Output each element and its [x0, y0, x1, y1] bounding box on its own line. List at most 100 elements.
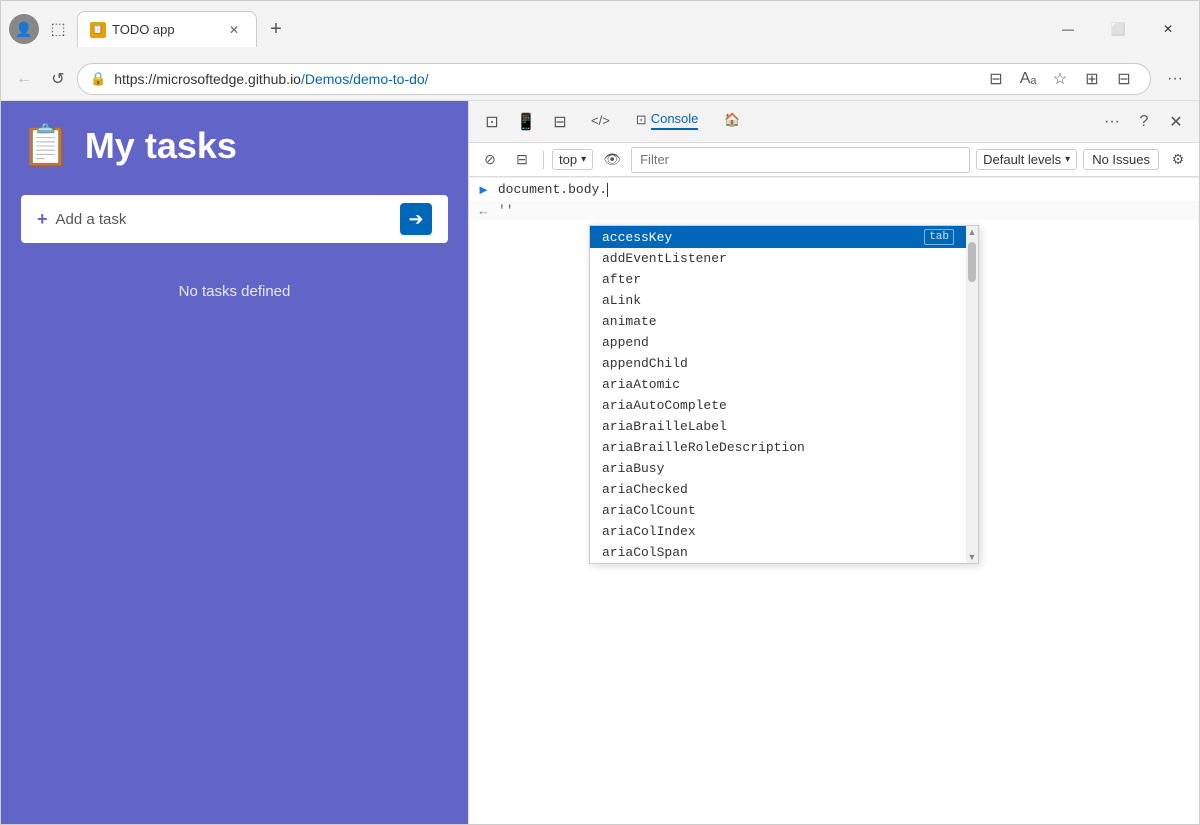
tab-sources[interactable]: 🏠	[712, 101, 752, 143]
refresh-button[interactable]: ↺	[43, 64, 73, 94]
console-toolbar: ⊘ ⊟ top ▾ 👁 Default levels ▾ No Issues ⚙	[469, 143, 1199, 177]
scroll-thumb[interactable]	[968, 242, 976, 282]
add-task-bar[interactable]: + Add a task ➔	[21, 195, 448, 243]
active-tab[interactable]: 📋 TODO app ✕	[77, 11, 257, 47]
autocomplete-item[interactable]: append	[590, 332, 966, 353]
browser-window: 👤 ⬚ 📋 TODO app ✕ + — ⬜ ✕ ← ↺ 🔒 https://m…	[0, 0, 1200, 825]
split-view-icon[interactable]: ⊟	[982, 65, 1010, 93]
no-issues-badge[interactable]: No Issues	[1083, 149, 1159, 170]
tab-console[interactable]: ⊡ Console	[624, 101, 711, 143]
todo-app-title: My tasks	[85, 125, 237, 167]
autocomplete-item-label: ariaChecked	[602, 482, 688, 497]
console-filter-icon[interactable]: ⊟	[509, 147, 535, 173]
autocomplete-item[interactable]: ariaChecked	[590, 479, 966, 500]
toolbar-divider	[543, 151, 544, 169]
add-task-placeholder: Add a task	[56, 211, 392, 228]
autocomplete-item[interactable]: ariaColCount	[590, 500, 966, 521]
autocomplete-item[interactable]: after	[590, 269, 966, 290]
console-input-line[interactable]: ► document.body.	[469, 177, 1199, 201]
toolbar-icons: ···	[1159, 63, 1191, 95]
tab-bar: 📋 TODO app ✕ +	[77, 11, 1041, 47]
context-value: top	[559, 152, 577, 167]
minimize-button[interactable]: —	[1045, 14, 1091, 44]
device-emulation-icon[interactable]: 📱	[511, 107, 541, 137]
console-settings-icon[interactable]: ⚙	[1165, 147, 1191, 173]
autocomplete-item-selected[interactable]: accessKey tab	[590, 226, 966, 248]
autocomplete-item-label: ariaColSpan	[602, 545, 688, 560]
maximize-button[interactable]: ⬜	[1095, 14, 1141, 44]
level-selector[interactable]: Default levels ▾	[976, 149, 1077, 170]
address-bar[interactable]: 🔒 https://microsoftedge.github.io/Demos/…	[77, 63, 1151, 95]
autocomplete-list: accessKey tab addEventListener after aLi…	[590, 226, 966, 563]
autocomplete-item-label: append	[602, 335, 649, 350]
autocomplete-item-label: addEventListener	[602, 251, 727, 266]
autocomplete-item-label: aLink	[602, 293, 641, 308]
autocomplete-item[interactable]: ariaBrailleRoleDescription	[590, 437, 966, 458]
autocomplete-item[interactable]: ariaAutoComplete	[590, 395, 966, 416]
filter-input[interactable]	[631, 147, 970, 173]
devtools-toolbar: ⊡ 📱 ⊟ </> ⊡ Console 🏠 ···	[469, 101, 1199, 143]
console-caret: ►	[477, 182, 490, 197]
context-dropdown-arrow: ▾	[581, 154, 586, 165]
new-tab-button[interactable]: +	[261, 14, 291, 44]
inspect-element-icon[interactable]: ⊡	[477, 107, 507, 137]
console-input-text[interactable]: document.body.	[498, 182, 607, 197]
autocomplete-item[interactable]: appendChild	[590, 353, 966, 374]
profile-icon[interactable]: 👤	[9, 14, 39, 44]
add-task-submit-button[interactable]: ➔	[400, 203, 432, 235]
autocomplete-item[interactable]: animate	[590, 311, 966, 332]
scroll-up-button[interactable]: ▲	[966, 226, 978, 238]
context-selector[interactable]: top ▾	[552, 149, 593, 170]
url-domain: https://microsoftedge.github.io	[114, 71, 301, 87]
autocomplete-item-label: ariaAutoComplete	[602, 398, 727, 413]
url-text: https://microsoftedge.github.io/Demos/de…	[114, 71, 974, 87]
autocomplete-item-label: ariaAtomic	[602, 377, 680, 392]
autocomplete-item[interactable]: aLink	[590, 290, 966, 311]
back-button[interactable]: ←	[9, 64, 39, 94]
sidebar-toggle[interactable]: ⬚	[43, 14, 73, 44]
todo-header: 📋 My tasks	[21, 125, 448, 167]
devtools-close-button[interactable]: ✕	[1161, 107, 1191, 137]
close-button[interactable]: ✕	[1145, 14, 1191, 44]
tab-elements[interactable]: </>	[579, 101, 622, 143]
cursor-indicator	[607, 183, 608, 197]
clear-console-button[interactable]: ⊘	[477, 147, 503, 173]
tab-title: TODO app	[112, 22, 218, 37]
console-tab-icon: ⊡	[636, 112, 647, 128]
devtools-more-button[interactable]: ···	[1097, 107, 1127, 137]
tab-groups-icon[interactable]: ⊞	[1078, 65, 1106, 93]
favorites-icon[interactable]: ☆	[1046, 65, 1074, 93]
devtools-help-button[interactable]: ?	[1129, 107, 1159, 137]
autocomplete-item[interactable]: ariaBusy	[590, 458, 966, 479]
autocomplete-item[interactable]: ariaColSpan	[590, 542, 966, 563]
console-output: ► document.body. ← '' accessKey tab	[469, 177, 1199, 824]
autocomplete-dropdown[interactable]: accessKey tab addEventListener after aLi…	[589, 225, 979, 564]
result-value: ''	[498, 203, 514, 218]
autocomplete-item[interactable]: ariaAtomic	[590, 374, 966, 395]
main-area: 📋 My tasks + Add a task ➔ No tasks defin…	[1, 101, 1199, 824]
scroll-down-button[interactable]: ▼	[966, 551, 978, 563]
url-path: /Demos/demo-to-do/	[301, 71, 429, 87]
devtools-tabs: </> ⊡ Console 🏠	[579, 101, 1093, 143]
autocomplete-item-label: ariaBusy	[602, 461, 664, 476]
console-eye-icon[interactable]: 👁	[599, 147, 625, 173]
autocomplete-item[interactable]: ariaColIndex	[590, 521, 966, 542]
tab-favicon: 📋	[90, 22, 106, 38]
autocomplete-item[interactable]: ariaBrailleLabel	[590, 416, 966, 437]
autocomplete-item[interactable]: addEventListener	[590, 248, 966, 269]
level-value: Default levels	[983, 152, 1061, 167]
tab-close-button[interactable]: ✕	[224, 20, 244, 40]
todo-app: 📋 My tasks + Add a task ➔ No tasks defin…	[1, 101, 468, 824]
title-bar: 👤 ⬚ 📋 TODO app ✕ + — ⬜ ✕	[1, 1, 1199, 57]
autocomplete-scrollbar[interactable]: ▲ ▼	[966, 226, 978, 563]
tab-hint: tab	[924, 229, 954, 245]
browser-essentials-icon[interactable]: ⊟	[1110, 65, 1138, 93]
toggle-sidebar-icon[interactable]: ⊟	[545, 107, 575, 137]
window-controls: — ⬜ ✕	[1045, 14, 1191, 44]
elements-tab-label: </>	[591, 113, 610, 128]
autocomplete-item-label: ariaBrailleRoleDescription	[602, 440, 805, 455]
read-aloud-icon[interactable]: Aₐ	[1014, 65, 1042, 93]
more-tools-button[interactable]: ···	[1159, 63, 1191, 95]
add-task-plus-icon: +	[37, 209, 48, 230]
address-icons: ⊟ Aₐ ☆ ⊞ ⊟	[982, 65, 1138, 93]
